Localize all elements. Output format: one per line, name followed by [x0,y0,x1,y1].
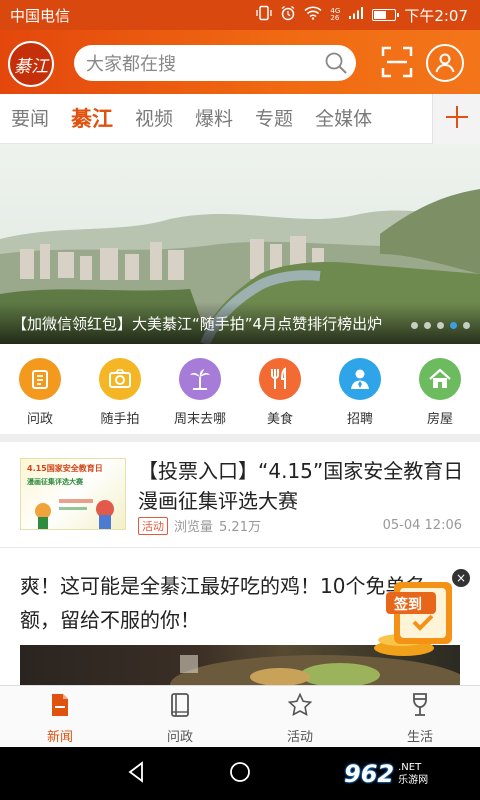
alarm-icon [280,5,296,25]
vibrate-icon [256,5,273,25]
tab-4[interactable]: 专题 [244,94,304,144]
quick-link-5[interactable]: 房屋 [405,358,475,434]
section-divider [0,434,480,442]
carousel-dot[interactable] [437,322,444,329]
status-bar: 中国电信 4G 26 下午2:07 [0,0,480,30]
quick-link-label: 问政 [26,412,53,427]
house-icon [419,358,461,400]
tab-3[interactable]: 爆料 [184,94,244,144]
wifi-icon [304,6,322,24]
clock: 下午2:07 [404,6,468,25]
bottom-nav-label: 活动 [286,730,313,745]
thumbnail-art [35,499,114,529]
quick-link-1[interactable]: 随手拍 [85,358,155,434]
tab-list: 要闻 綦江 视频 爆料 专题 全媒体 [0,94,383,144]
quick-link-label: 美食 [266,412,293,427]
quick-link-label: 周末去哪 [173,412,226,427]
news-icon [47,692,73,722]
add-channel-button[interactable] [432,94,480,144]
news-tag: 活动 [138,516,168,535]
quick-link-0[interactable]: 问政 [5,358,75,434]
search-box[interactable]: 大家都在搜 [74,45,356,81]
clipboard-icon [19,358,61,400]
bottom-navigation: 新闻 问政 活动 生活 [0,685,480,747]
user-icon[interactable] [426,44,464,82]
search-input[interactable]: 大家都在搜 [86,50,316,76]
search-icon[interactable] [316,45,356,81]
banner-caption-text: 【加微信领红包】大美綦江“随手拍”4月点赞排行榜出炉 [12,314,383,333]
network-tag-bottom: 26 [330,14,340,22]
watermark-site-name: 乐游网 [398,775,429,786]
news-title[interactable]: 【投票入口】“4.15”国家安全教育日漫画征集评选大赛 [138,456,468,516]
scan-icon[interactable] [380,45,414,79]
tab-0[interactable]: 要闻 [0,94,60,144]
news-date: 05-04 12:06 [382,518,462,533]
wine-glass-icon [407,692,433,722]
checkin-widget[interactable]: 签到 [366,574,466,660]
palm-tree-icon [179,358,221,400]
news-meta: 活动 浏览量 5.21万 05-04 12:06 [138,516,462,535]
star-icon [287,692,313,722]
bottom-nav-label: 生活 [406,730,433,745]
views-label: 浏览量 [174,520,214,535]
app-header: 綦江 大家都在搜 [0,30,480,94]
watermark-site: .NET 乐游网 [398,761,428,787]
watermark-suffix: .NET [398,762,422,773]
quick-link-label: 房屋 [426,412,453,427]
logo-text: 綦江 [14,56,48,77]
carousel-dot[interactable] [411,322,418,329]
battery-level [374,11,387,19]
quick-link-3[interactable]: 美食 [245,358,315,434]
bottom-nav-item-0[interactable]: 新闻 [0,686,120,747]
watermark-number: 962 [344,760,395,788]
signal-icon [348,6,364,24]
checkin-close-button[interactable]: × [452,569,470,587]
bottom-nav-label: 新闻 [46,730,73,745]
quick-link-label: 招聘 [346,412,373,427]
battery-icon [372,9,400,21]
bottom-nav-label: 问政 [166,730,193,745]
views-count: 5.21万 [219,520,261,535]
home-button[interactable] [228,760,252,788]
checkin-label: 签到 [394,597,422,613]
quick-links: 问政 随手拍 周末去哪 美食 招聘 房屋 [0,344,480,434]
tab-2[interactable]: 视频 [124,94,184,144]
bottom-nav-item-3[interactable]: 生活 [360,686,480,747]
network-tag: 4G 26 [330,8,340,22]
bottom-nav-item-1[interactable]: 问政 [120,686,240,747]
channel-tabs: 要闻 綦江 视频 爆料 专题 全媒体 [0,94,480,144]
quick-link-label: 随手拍 [100,412,140,427]
book-icon [167,692,193,722]
news-thumbnail: 4.15国家安全教育日 漫画征集评选大赛 [20,458,126,530]
cutlery-icon [259,358,301,400]
banner-caption[interactable]: 【加微信领红包】大美綦江“随手拍”4月点赞排行榜出炉 [0,302,480,344]
news-item[interactable]: 4.15国家安全教育日 漫画征集评选大赛 【投票入口】“4.15”国家安全教育日… [0,442,480,548]
checkin-icon [374,582,452,656]
tab-5[interactable]: 全媒体 [304,94,383,144]
quick-link-4[interactable]: 招聘 [325,358,395,434]
app-logo[interactable]: 綦江 [8,41,54,87]
plus-icon [444,104,470,134]
tab-1[interactable]: 綦江 [60,94,124,144]
back-button[interactable] [126,760,148,787]
banner-carousel[interactable]: 【加微信领红包】大美綦江“随手拍”4月点赞排行榜出炉 [0,144,480,344]
camera-icon [99,358,141,400]
carrier-label: 中国电信 [10,6,71,25]
site-watermark: 962 .NET 乐游网 [344,752,474,796]
quick-link-2[interactable]: 周末去哪 [165,358,235,434]
carousel-dots [411,322,470,329]
carousel-dot[interactable] [424,322,431,329]
app-screen: 中国电信 4G 26 下午2:07 綦江 大家都在搜 要闻 綦江 视频 爆料 专… [0,0,480,800]
carousel-dot[interactable] [463,322,470,329]
carousel-dot[interactable] [450,322,457,329]
bottom-nav-item-2[interactable]: 活动 [240,686,360,747]
person-icon [339,358,381,400]
